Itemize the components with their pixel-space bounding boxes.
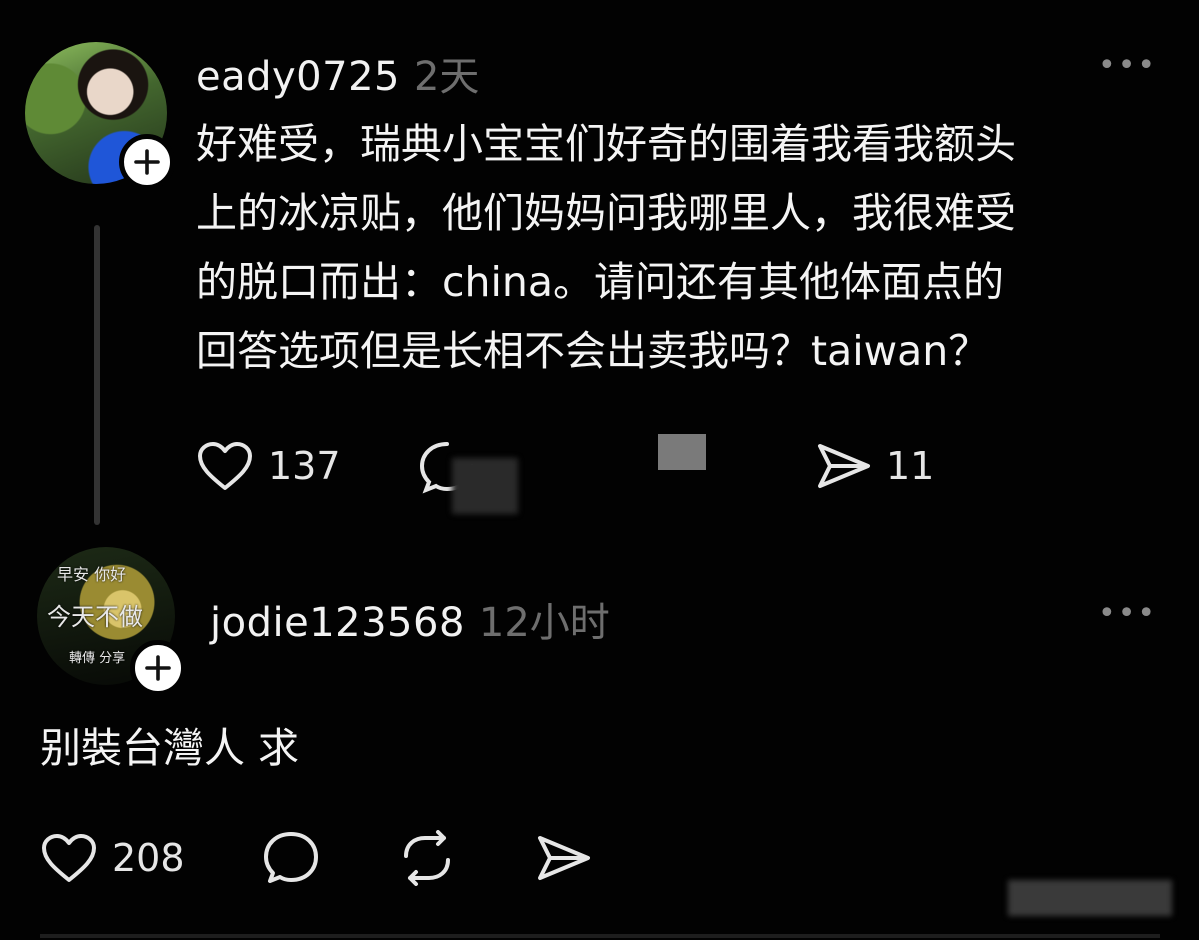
repost-button[interactable]	[398, 830, 456, 890]
redacted-area	[658, 434, 706, 470]
like-button[interactable]: 137	[196, 440, 341, 492]
share-button[interactable]	[536, 832, 592, 888]
send-icon	[538, 836, 590, 880]
more-icon: •••	[1098, 596, 1158, 631]
redacted-area	[452, 458, 518, 514]
reply-text: 别裝台灣人 求	[40, 724, 300, 772]
like-count: 137	[268, 444, 341, 488]
post-text: 好难受，瑞典小宝宝们好奇的围着我看我额头 上的冰凉贴，他们妈妈问我哪里人，我很难…	[196, 120, 1016, 375]
share-button[interactable]: 11	[816, 440, 934, 492]
share-count: 11	[886, 444, 935, 488]
like-count: 208	[112, 836, 185, 880]
timestamp: 12小时	[478, 600, 610, 646]
follow-button[interactable]	[119, 134, 175, 190]
username[interactable]: eady0725	[196, 54, 400, 100]
timestamp: 2天	[413, 54, 480, 100]
like-button[interactable]: 208	[40, 832, 185, 884]
reply-header: jodie123568 12小时	[210, 590, 610, 648]
avatar-text: 早安 你好	[57, 565, 127, 584]
username[interactable]: jodie123568	[210, 600, 465, 646]
avatar-text: 轉傳 分享	[69, 651, 126, 666]
comment-button[interactable]	[262, 830, 320, 890]
watermark	[1008, 880, 1172, 916]
comment-icon	[264, 832, 318, 883]
more-button[interactable]: •••	[1098, 48, 1157, 83]
plus-icon	[134, 149, 160, 175]
divider	[40, 934, 1160, 938]
repost-icon	[404, 830, 450, 886]
more-icon: •••	[1098, 48, 1158, 83]
more-button[interactable]: •••	[1098, 596, 1157, 631]
heart-icon	[198, 442, 252, 490]
avatar-text: 今天不做	[47, 603, 143, 631]
post-header: eady0725 2天	[196, 44, 479, 102]
plus-icon	[145, 655, 171, 681]
thread-line	[94, 225, 100, 525]
follow-button[interactable]	[130, 640, 186, 696]
send-icon	[818, 444, 870, 488]
heart-icon	[42, 834, 96, 882]
